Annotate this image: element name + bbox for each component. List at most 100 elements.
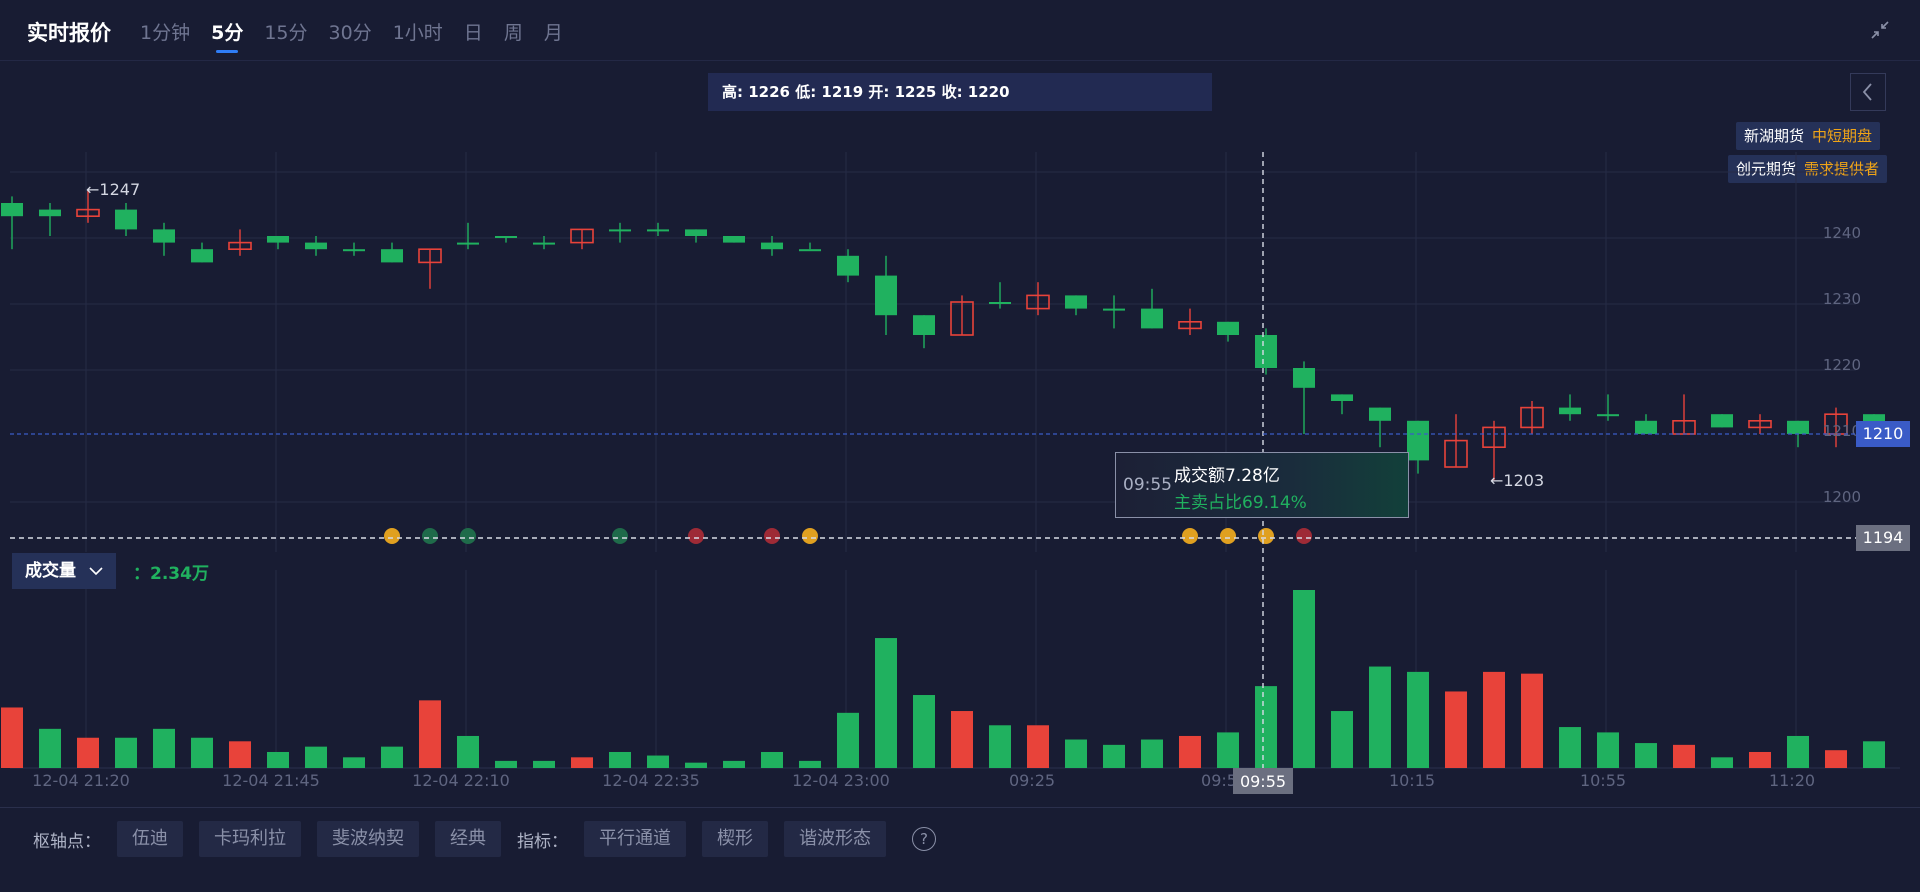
volume-bar [305,746,327,768]
volume-bar [267,751,289,768]
volume-bar [533,760,555,768]
volume-bar [1065,739,1087,768]
candle-body [495,236,517,238]
volume-bar [723,760,745,768]
indicator-channel-button[interactable]: 平行通道 [584,821,686,857]
pivot-camarilla-button[interactable]: 卡玛利拉 [199,821,301,857]
volume-bar [419,700,441,768]
candle-body [875,275,897,316]
volume-bar [1521,673,1543,768]
volume-value: ：2.34万 [133,564,209,584]
volume-bar [1483,671,1505,768]
signal-marker [1220,528,1236,544]
signal-marker [422,528,438,544]
candle-body [685,229,707,236]
candle-body [989,302,1011,304]
signal-marker [1258,528,1274,544]
volume-bar [875,638,897,768]
chart-grid [10,152,1900,769]
volume-bar [1217,732,1239,768]
time-label: 10:15 [1389,771,1435,790]
volume-bar [1103,744,1125,768]
candle-body [1255,335,1277,368]
candle-tooltip: 09:55 成交额7.28亿 主卖占比69.14% [1115,452,1409,518]
volume-bar [609,751,631,768]
volume-bar [1255,686,1277,768]
candle-body [723,236,745,243]
volume-bar [1407,671,1429,768]
current-price-tag: 1210 [1856,421,1910,447]
candle-body [1293,368,1315,388]
volume-bar [115,737,137,768]
volume-bar [1559,727,1581,768]
candle-body [1065,295,1087,309]
time-label: 09:25 [1009,771,1055,790]
volume-bar [951,711,973,768]
time-label: 09:5 [1201,771,1237,790]
candle-body [761,242,783,250]
crosshair-time-label: 09:55 [1240,772,1286,791]
candle-body [647,229,669,232]
volume-bar [837,712,859,768]
tooltip-time: 09:55 [1123,475,1172,495]
volume-bar [647,755,669,768]
volume-bar [1,707,23,768]
candle-body [381,249,403,263]
candle-body [1407,420,1429,461]
indicator-label: 指标： [517,831,568,852]
volume-bar [343,757,365,768]
volume-bar [1597,732,1619,768]
chevron-down-icon [89,567,103,576]
price-tick: 1220 [1823,356,1861,374]
candle-body [343,249,365,252]
signal-marker [802,528,818,544]
time-label: 11:20 [1769,771,1815,790]
time-axis: 12-04 21:20 12-04 21:45 12-04 22:10 12-0… [32,771,1815,790]
volume-bar [1673,744,1695,768]
indicator-harmonic-button[interactable]: 谐波形态 [784,821,886,857]
tooltip-turnover: 成交额7.28亿 [1174,466,1280,486]
volume-bar [495,760,517,768]
volume-bar [39,728,61,768]
pivot-fibonacci-button[interactable]: 斐波纳契 [317,821,419,857]
time-label: 12-04 23:00 [792,771,890,790]
volume-bar [799,760,821,768]
help-icon[interactable]: ? [912,827,936,851]
bottom-toolbar: 枢轴点： 伍迪 卡玛利拉 斐波纳契 经典 指标： 平行通道 楔形 谐波形态 ? [33,820,936,858]
volume-bar [457,735,479,768]
candle-body [1141,308,1163,329]
volume-bar [1711,757,1733,768]
volume-bar [1863,741,1885,768]
volume-indicator-select[interactable]: 成交量 [12,553,116,589]
pivot-classic-button[interactable]: 经典 [435,821,501,857]
candle-body [913,315,935,335]
volume-bar [571,757,593,768]
candle-body [799,249,821,252]
candle-body [609,229,631,232]
indicator-wedge-button[interactable]: 楔形 [702,821,768,857]
candle-body [837,255,859,276]
candle-body [305,242,327,250]
volume-bar [1635,743,1657,768]
volume-bar [685,762,707,768]
candlestick-chart[interactable]: 1240 1230 1220 1210 1200 ←1247 ←1203 12-… [0,0,1920,807]
tooltip-sell-ratio: 主卖占比69.14% [1174,493,1307,513]
candle-body [1787,420,1809,434]
signal-marker [764,528,780,544]
candle-body [1103,308,1125,311]
volume-bar [913,695,935,768]
price-tick: 1230 [1823,290,1861,308]
volume-bar [229,741,251,768]
volume-bar [1179,735,1201,768]
pivot-woodie-button[interactable]: 伍迪 [117,821,183,857]
volume-bar [1787,735,1809,768]
signal-marker [1296,528,1312,544]
signal-markers [384,528,1312,544]
time-label: 12-04 21:20 [32,771,130,790]
candle-body [153,229,175,243]
pivot-label: 枢轴点： [33,831,101,852]
candle-body [267,236,289,243]
volume-bar [153,728,175,768]
candle-body [1597,414,1619,417]
signal-marker [1182,528,1198,544]
